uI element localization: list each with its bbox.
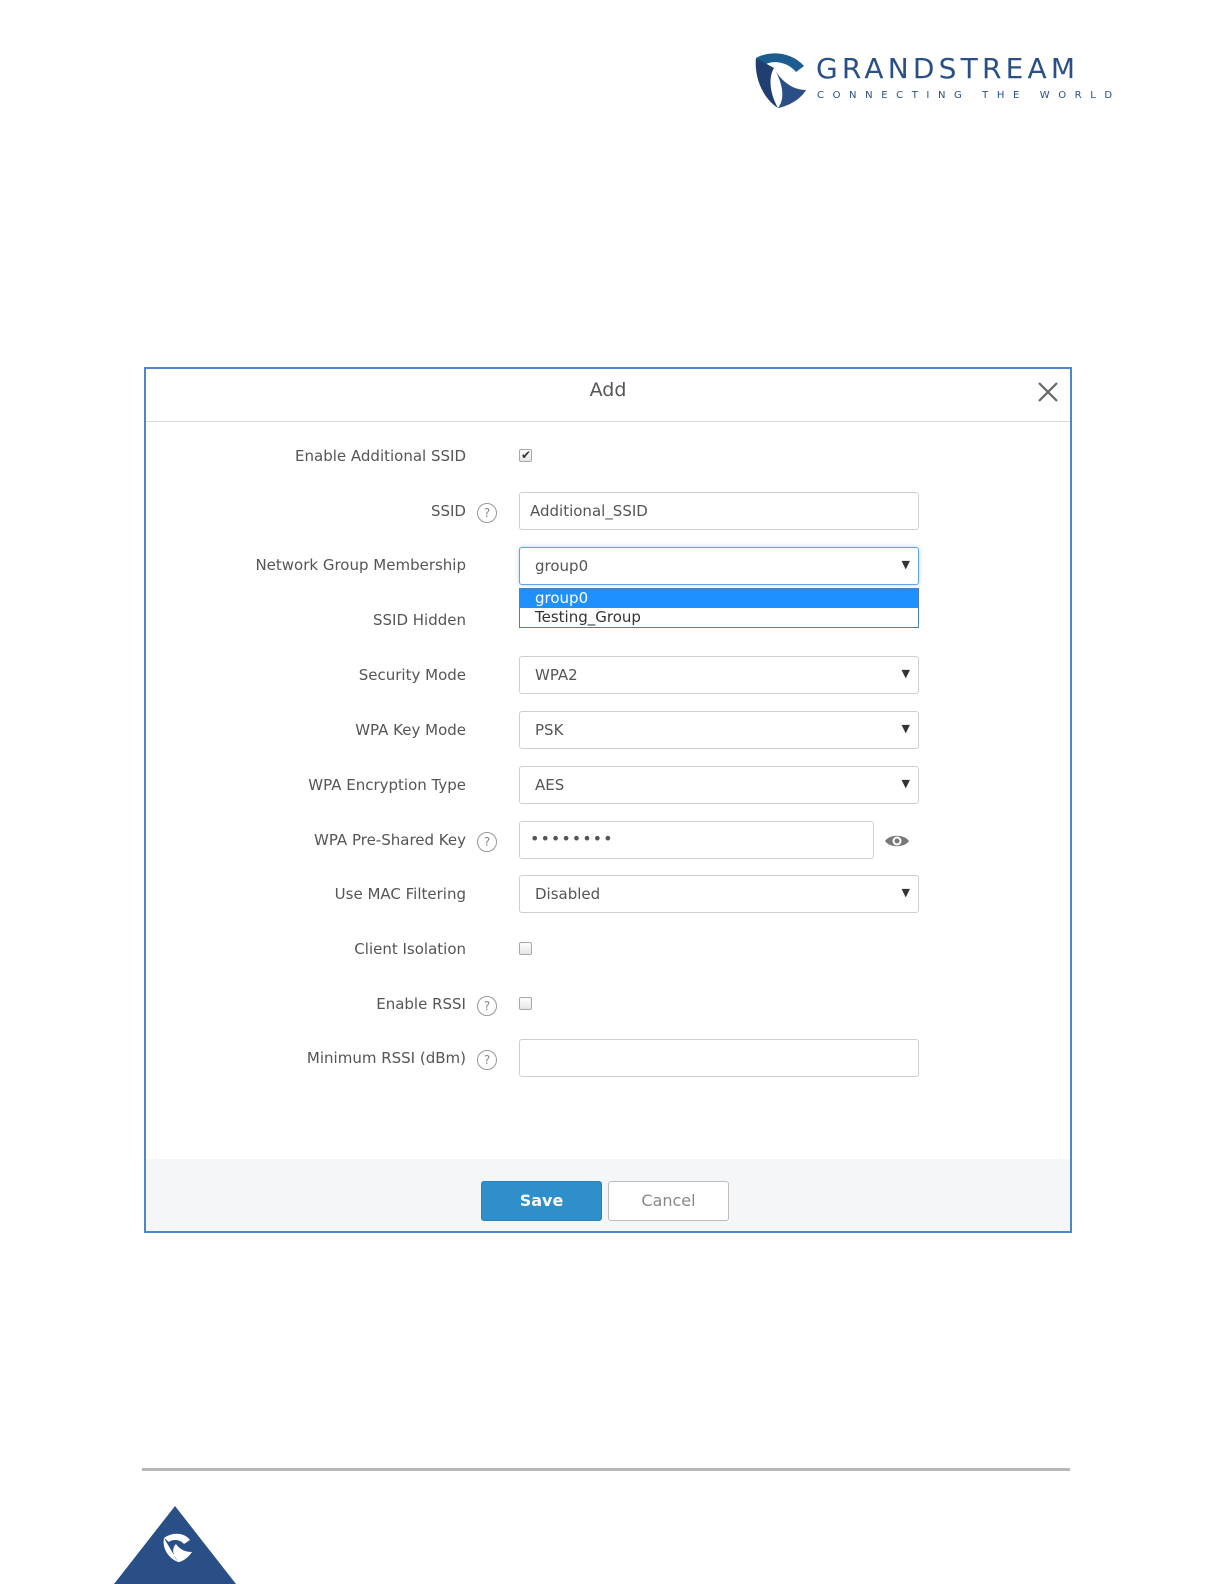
network-group-value: group0 bbox=[535, 557, 589, 575]
wpa-encryption-type-select[interactable]: AES ▼ bbox=[519, 766, 919, 804]
wpa-psk-value: •••••••• bbox=[530, 829, 614, 848]
dialog-title: Add bbox=[589, 379, 627, 401]
wpa-psk-input[interactable]: •••••••• bbox=[519, 821, 874, 859]
ssid-label: SSID bbox=[430, 502, 466, 520]
wpa-encryption-type-value: AES bbox=[535, 776, 565, 794]
ssid-input[interactable]: Additional_SSID bbox=[519, 492, 919, 530]
grandstream-logo-mark-icon bbox=[755, 53, 806, 108]
client-isolation-checkbox[interactable] bbox=[519, 942, 532, 955]
mac-filtering-label: Use MAC Filtering bbox=[334, 885, 466, 903]
wpa-psk-help-icon[interactable]: ? bbox=[477, 832, 497, 852]
cancel-button[interactable]: Cancel bbox=[608, 1181, 729, 1221]
footer-divider bbox=[142, 1468, 1070, 1471]
enable-rssi-checkbox[interactable] bbox=[519, 997, 532, 1010]
footer-logo-triangle-icon bbox=[114, 1506, 236, 1584]
client-isolation-label: Client Isolation bbox=[354, 940, 466, 958]
security-mode-value: WPA2 bbox=[535, 666, 578, 684]
brand-name: GRANDSTREAM bbox=[816, 52, 1080, 85]
grandstream-logo: GRANDSTREAM CONNECTING THE WORLD bbox=[752, 50, 1124, 110]
chevron-down-icon: ▼ bbox=[901, 777, 910, 790]
network-group-select[interactable]: group0 ▼ bbox=[519, 547, 919, 585]
eye-icon[interactable] bbox=[884, 833, 910, 849]
mac-filtering-select[interactable]: Disabled ▼ bbox=[519, 875, 919, 913]
enable-rssi-label: Enable RSSI bbox=[376, 995, 466, 1013]
chevron-down-icon: ▼ bbox=[901, 558, 910, 571]
ssid-help-icon[interactable]: ? bbox=[477, 503, 497, 523]
enable-additional-ssid-checkbox[interactable]: ✔ bbox=[519, 449, 532, 462]
close-icon[interactable] bbox=[1036, 380, 1060, 404]
minimum-rssi-help-icon[interactable]: ? bbox=[477, 1050, 497, 1070]
chevron-down-icon: ▼ bbox=[901, 886, 910, 899]
network-group-label: Network Group Membership bbox=[255, 556, 466, 574]
mac-filtering-value: Disabled bbox=[535, 885, 601, 903]
security-mode-label: Security Mode bbox=[358, 666, 466, 684]
brand-tagline: CONNECTING THE WORLD bbox=[817, 90, 1121, 101]
ssid-hidden-label: SSID Hidden bbox=[372, 611, 466, 629]
network-group-dropdown-list: group0 Testing_Group bbox=[519, 588, 919, 628]
wpa-key-mode-select[interactable]: PSK ▼ bbox=[519, 711, 919, 749]
add-ssid-dialog: Add Enable Additional SSID ✔ SSID ? Addi… bbox=[144, 367, 1072, 1233]
dialog-header: Add bbox=[146, 369, 1070, 422]
minimum-rssi-input[interactable] bbox=[519, 1039, 919, 1077]
enable-rssi-help-icon[interactable]: ? bbox=[477, 996, 497, 1016]
checkmark-icon: ✔ bbox=[521, 448, 532, 462]
security-mode-select[interactable]: WPA2 ▼ bbox=[519, 656, 919, 694]
wpa-key-mode-value: PSK bbox=[535, 721, 564, 739]
minimum-rssi-label: Minimum RSSI (dBm) bbox=[306, 1049, 466, 1067]
wpa-psk-label: WPA Pre-Shared Key bbox=[314, 831, 466, 849]
wpa-key-mode-label: WPA Key Mode bbox=[355, 721, 466, 739]
dropdown-option-testing-group[interactable]: Testing_Group bbox=[520, 608, 918, 627]
dialog-footer: Save Cancel bbox=[146, 1159, 1070, 1231]
wpa-encryption-type-label: WPA Encryption Type bbox=[308, 776, 466, 794]
dropdown-option-group0[interactable]: group0 bbox=[520, 589, 918, 608]
enable-additional-ssid-label: Enable Additional SSID bbox=[295, 447, 466, 465]
ssid-value: Additional_SSID bbox=[530, 502, 648, 520]
save-button[interactable]: Save bbox=[481, 1181, 602, 1221]
chevron-down-icon: ▼ bbox=[901, 722, 910, 735]
chevron-down-icon: ▼ bbox=[901, 667, 910, 680]
